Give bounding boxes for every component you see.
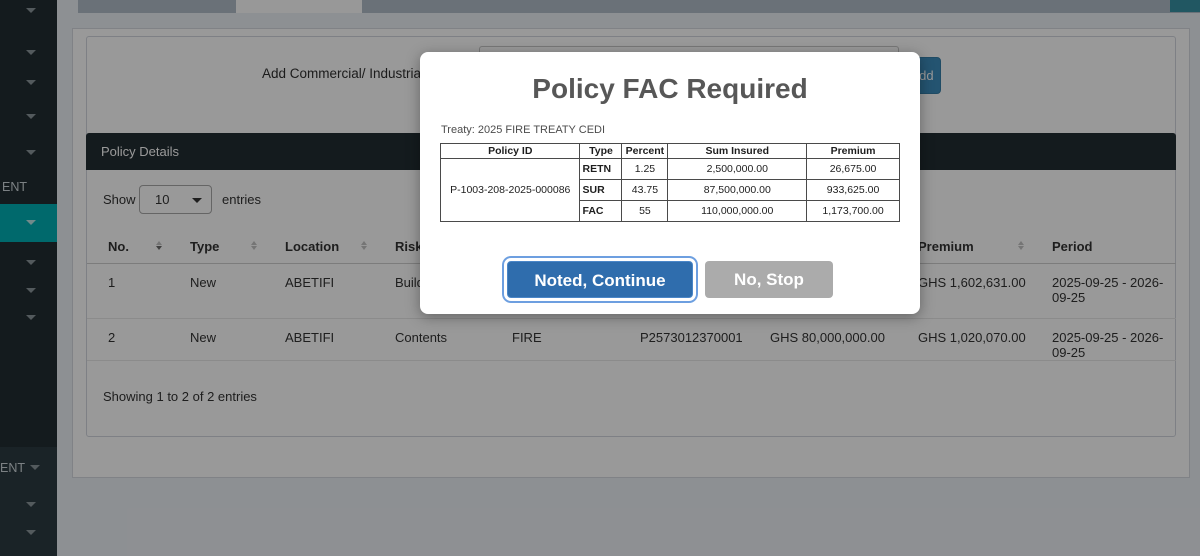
confirm-button[interactable]: Noted, Continue [507, 261, 693, 298]
app-screen: ENT ENT Add Commercial/ Industrial I Add… [0, 0, 1200, 556]
fac-sum-insured: 87,500,000.00 [668, 180, 807, 201]
fac-premium: 1,173,700.00 [807, 201, 900, 222]
fac-type: SUR [580, 180, 622, 201]
treaty-label: Treaty: 2025 FIRE TREATY CEDI [441, 124, 605, 136]
fac-header-policy-id: Policy ID [441, 144, 580, 159]
fac-premium: 26,675.00 [807, 159, 900, 180]
fac-type: FAC [580, 201, 622, 222]
fac-premium: 933,625.00 [807, 180, 900, 201]
fac-percent: 1.25 [622, 159, 668, 180]
fac-policy-id: P-1003-208-2025-000086 [441, 159, 580, 222]
fac-header-percent: Percent [622, 144, 668, 159]
fac-header-premium: Premium [807, 144, 900, 159]
fac-sum-insured: 110,000,000.00 [668, 201, 807, 222]
fac-breakdown-table: Policy ID Type Percent Sum Insured Premi… [440, 143, 900, 222]
fac-percent: 43.75 [622, 180, 668, 201]
cancel-button[interactable]: No, Stop [705, 261, 833, 298]
fac-percent: 55 [622, 201, 668, 222]
fac-type: RETN [580, 159, 622, 180]
fac-header-type: Type [580, 144, 622, 159]
fac-table-header-row: Policy ID Type Percent Sum Insured Premi… [441, 144, 900, 159]
fac-table-row: P-1003-208-2025-000086 RETN 1.25 2,500,0… [441, 159, 900, 180]
fac-sum-insured: 2,500,000.00 [668, 159, 807, 180]
policy-fac-modal: Policy FAC Required Treaty: 2025 FIRE TR… [420, 52, 920, 314]
modal-title: Policy FAC Required [420, 73, 920, 105]
fac-header-sum-insured: Sum Insured [668, 144, 807, 159]
